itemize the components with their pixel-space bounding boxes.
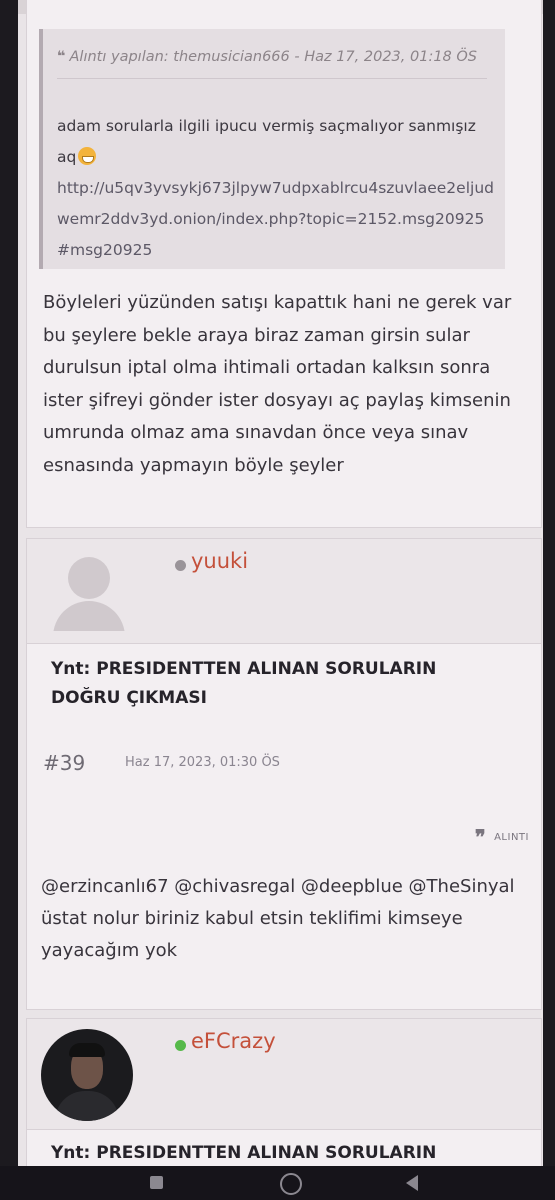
avatar-hair-shape [69,1043,105,1057]
post-author-header: yuuki [27,539,541,644]
quote-header-text: Alıntı yapılan: themusician666 - Haz 17,… [69,49,478,65]
post-title[interactable]: Ynt: PRESIDENTTEN ALINAN SORULARIN DOĞRU… [51,655,511,713]
author-username[interactable]: yuuki [191,549,248,573]
post-date: Haz 17, 2023, 01:30 ÖS [125,755,280,770]
quote-icon: ❝ [57,49,66,65]
avatar[interactable] [41,1029,133,1121]
author-username[interactable]: eFCrazy [191,1029,276,1053]
online-status-dot [175,1040,186,1051]
quote-button[interactable]: ❞ ALINTI [475,825,529,849]
quote-link[interactable]: http://u5qv3yvsykj673jlpyw7udpxablrcu4sz… [57,173,497,266]
avatar[interactable] [49,551,129,631]
quote-icon: ❞ [474,825,487,849]
post-body: @erzincanlı67 @chivasregal @deepblue @Th… [41,876,515,961]
back-icon[interactable] [406,1175,418,1191]
home-icon[interactable] [280,1173,302,1195]
avatar-shirt-shape [55,1091,119,1121]
grinning-face-icon [78,147,97,165]
quote-header: ❝ Alıntı yapılan: themusician666 - Haz 17… [57,43,487,79]
quote-button-label: ALINTI [494,832,529,843]
recent-apps-icon[interactable] [150,1176,163,1189]
avatar-shoulders-shape [53,601,125,631]
offline-status-dot [175,560,186,571]
post-author-header: eFCrazy [27,1019,541,1130]
forum-post: eFCrazy Ynt: PRESIDENTTEN ALINAN SORULAR… [26,1018,542,1180]
forum-post: ❝ Alıntı yapılan: themusician666 - Haz 17… [26,0,542,528]
forum-post: yuuki Ynt: PRESIDENTTEN ALINAN SORULARIN… [26,538,542,1010]
post-number[interactable]: #39 [43,751,85,775]
system-navigation-bar [0,1166,555,1200]
post-body: Böyleleri yüzünden satışı kapattık hani … [43,292,512,476]
avatar-head-shape [68,557,110,599]
quote-block: ❝ Alıntı yapılan: themusician666 - Haz 17… [39,29,505,269]
quote-text-content: adam sorularla ilgili ipucu vermiş saçma… [57,117,476,166]
post-title[interactable]: Ynt: PRESIDENTTEN ALINAN SORULARIN [51,1139,511,1168]
quote-text: adam sorularla ilgili ipucu vermiş saçma… [57,111,497,173]
